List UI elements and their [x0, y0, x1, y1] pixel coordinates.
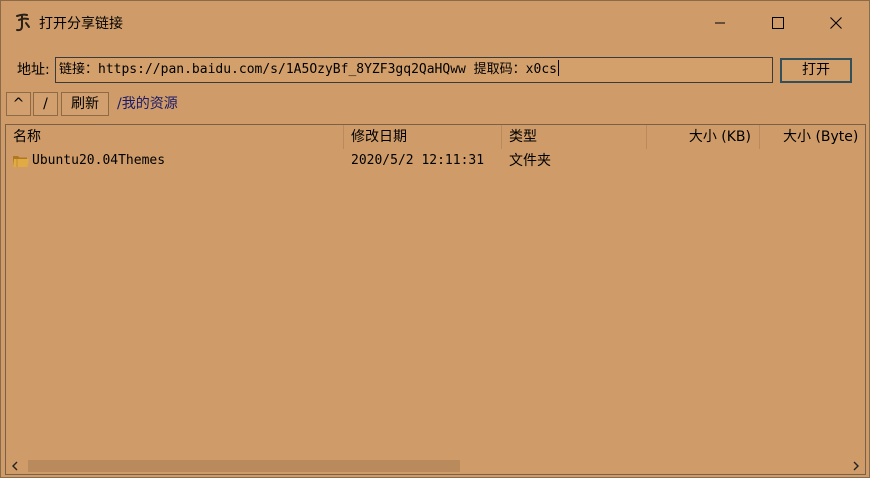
address-label: 地址:: [17, 62, 50, 78]
minimize-button[interactable]: [691, 1, 749, 45]
root-button[interactable]: /: [33, 92, 58, 116]
maximize-button[interactable]: [749, 1, 807, 45]
column-header-type[interactable]: 类型: [502, 125, 647, 149]
file-modified: 2020/5/2 12:11:31: [351, 153, 485, 168]
column-header-name[interactable]: 名称: [6, 125, 344, 149]
column-header-size-byte[interactable]: 大小 (Byte): [760, 125, 865, 149]
scroll-right-button[interactable]: [847, 457, 865, 474]
maximize-icon: [772, 17, 784, 29]
address-value: 链接：https://pan.baidu.com/s/1A5OzyBf_8YZF…: [59, 62, 557, 77]
title-bar[interactable]: 打开分享链接: [1, 1, 869, 45]
column-header-size-kb[interactable]: 大小 (KB): [647, 125, 760, 149]
refresh-button[interactable]: 刷新: [61, 92, 109, 116]
current-path: /我的资源: [117, 96, 178, 112]
horizontal-scrollbar[interactable]: [6, 457, 865, 474]
chevron-right-icon: [853, 461, 859, 470]
app-icon: [16, 13, 30, 32]
minimize-icon: [715, 22, 725, 24]
window-title: 打开分享链接: [39, 16, 123, 32]
text-caret: [558, 60, 559, 76]
close-button[interactable]: [807, 1, 865, 45]
chevron-left-icon: [12, 461, 18, 470]
file-type: 文件夹: [509, 153, 551, 169]
folder-icon: [13, 156, 29, 167]
share-link-dialog: 打开分享链接 地址: 链接：https://pan.baidu.com/s/1A…: [0, 0, 870, 478]
file-name: Ubuntu20.04Themes: [32, 153, 166, 168]
list-item[interactable]: Ubuntu20.04Themes 2020/5/2 12:11:31 文件夹: [6, 150, 865, 172]
file-list[interactable]: 名称 修改日期 类型 大小 (KB) 大小 (Byte) Ubuntu20.04…: [5, 124, 866, 475]
scrollbar-thumb[interactable]: [28, 460, 460, 472]
open-button[interactable]: 打开: [780, 58, 852, 83]
address-input[interactable]: 链接：https://pan.baidu.com/s/1A5OzyBf_8YZF…: [55, 57, 773, 83]
scroll-left-button[interactable]: [6, 457, 24, 474]
close-icon: [830, 17, 842, 29]
column-header-modified[interactable]: 修改日期: [344, 125, 502, 149]
up-button[interactable]: ^: [6, 92, 31, 116]
